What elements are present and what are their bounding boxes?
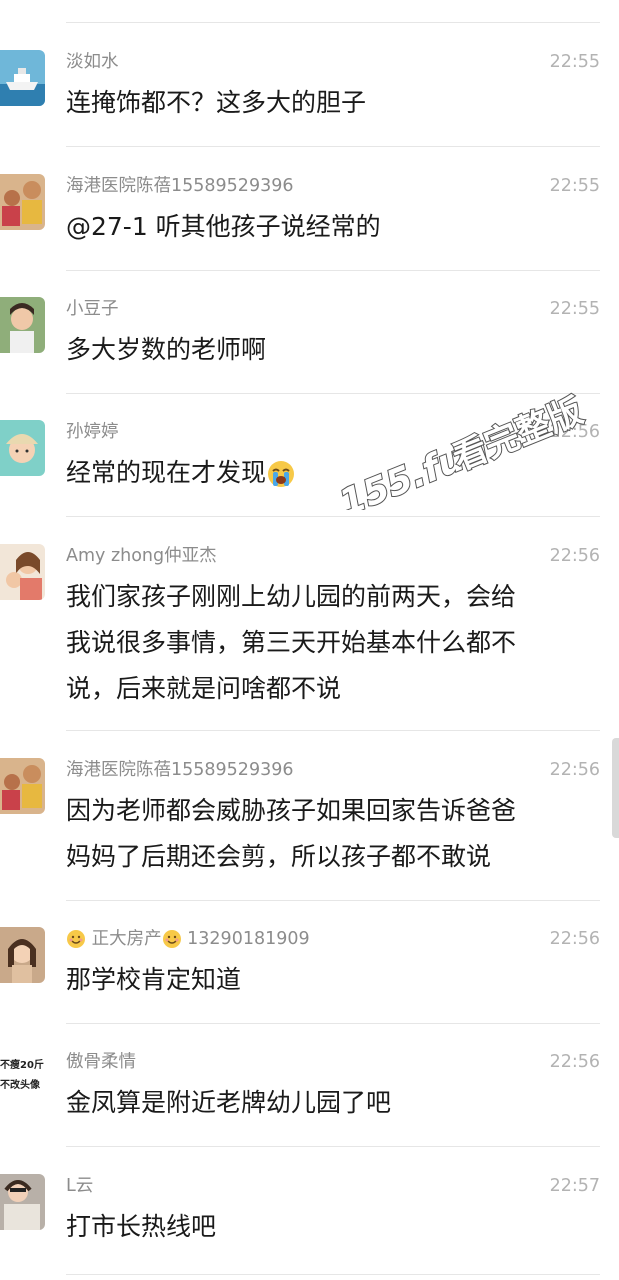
avatar[interactable]: [0, 544, 45, 600]
comment-time: 22:57: [549, 1176, 600, 1196]
comment-text: 打市长热线吧: [66, 1212, 217, 1241]
comment-text: @27-1 听其他孩子说经常的: [66, 212, 381, 241]
girl-photo-avatar-icon: [0, 297, 45, 353]
divider: [66, 516, 600, 517]
commenter-name: 海港医院陈蓓15589529396: [66, 176, 294, 196]
comment-item[interactable]: 孙婷婷 22:56 经常的现在才发现: [0, 420, 619, 540]
girl-photo-avatar-icon: [0, 927, 45, 983]
commenter-name: 正大房产 13290181909: [66, 927, 310, 951]
divider: [66, 900, 600, 901]
child-photo-avatar-icon: [0, 758, 45, 814]
avatar[interactable]: [0, 420, 45, 476]
commenter-name: L云: [66, 1176, 94, 1196]
comment-text-line: 我说很多事情，第三天开始基本什么都不: [66, 628, 517, 657]
ship-avatar-icon: [0, 50, 45, 106]
commenter-name: 海港医院陈蓓15589529396: [66, 760, 294, 780]
comment-time: 22:55: [549, 299, 600, 319]
comment-text-content: 经常的现在才发现: [66, 458, 267, 487]
comment-time: 22:56: [549, 929, 600, 949]
avatar[interactable]: [0, 174, 45, 230]
avatar[interactable]: [0, 50, 45, 106]
commenter-name: 小豆子: [66, 299, 119, 319]
divider: [66, 270, 600, 271]
crying-face-icon: [268, 461, 295, 487]
comment-text-line: 因为老师都会威胁孩子如果回家告诉爸爸: [66, 796, 517, 825]
commenter-name: 孙婷婷: [66, 422, 119, 442]
comment-time: 22:56: [549, 1052, 600, 1072]
avatar[interactable]: [0, 297, 45, 353]
comment-list: 淡如水 22:55 连掩饰都不？这多大的胆子 海港医院陈蓓15589529396…: [0, 0, 619, 1280]
comment-text-line: 我们家孩子刚刚上幼儿园的前两天，会给: [66, 582, 517, 611]
smiling-face-icon: [67, 930, 85, 948]
commenter-name: Amy zhong仲亚杰: [66, 546, 217, 566]
comment-item[interactable]: Amy zhong仲亚杰 22:56 我们家孩子刚刚上幼儿园的前两天，会给 我说…: [0, 544, 619, 744]
divider: [66, 22, 600, 23]
comment-item[interactable]: 海港医院陈蓓15589529396 22:55 @27-1 听其他孩子说经常的: [0, 174, 619, 294]
commenter-name: 淡如水: [66, 52, 119, 72]
comment-time: 22:55: [549, 52, 600, 72]
comment-time: 22:56: [549, 546, 600, 566]
divider: [66, 1274, 600, 1275]
child-hat-avatar-icon: [0, 420, 45, 476]
comment-text: 多大岁数的老师啊: [66, 335, 267, 364]
divider: [66, 393, 600, 394]
avatar[interactable]: [0, 1174, 45, 1230]
child-photo-avatar-icon: [0, 174, 45, 230]
comment-time: 22:55: [549, 176, 600, 196]
comment-text: 金凤算是附近老牌幼儿园了吧: [66, 1088, 392, 1117]
comment-item[interactable]: 不瘦20斤 不改头像 傲骨柔情 22:56 金凤算是附近老牌幼儿园了吧: [0, 1050, 619, 1170]
scrollbar-thumb[interactable]: [612, 738, 619, 838]
comment-item[interactable]: 海港医院陈蓓15589529396 22:56 因为老师都会威胁孩子如果回家告诉…: [0, 758, 619, 918]
comment-text: 那学校肯定知道: [66, 965, 242, 994]
comment-text: 经常的现在才发现: [66, 450, 589, 495]
comment-text: 连掩饰都不？这多大的胆子: [66, 88, 367, 117]
avatar[interactable]: 不瘦20斤 不改头像: [0, 1050, 45, 1106]
avatar-text-line: 不改头像: [0, 1080, 40, 1091]
girl-photo-avatar-icon: [0, 1174, 45, 1230]
commenter-phone: 13290181909: [187, 929, 310, 949]
divider: [66, 1146, 600, 1147]
mother-child-avatar-icon: [0, 544, 45, 600]
divider: [66, 146, 600, 147]
avatar[interactable]: [0, 758, 45, 814]
comment-text-line: 说，后来就是问啥都不说: [66, 674, 342, 703]
divider: [66, 1023, 600, 1024]
commenter-name-text: 正大房产: [91, 929, 162, 949]
smiling-face-icon: [162, 930, 181, 948]
comment-text-line: 妈妈了后期还会剪，所以孩子都不敢说: [66, 842, 492, 871]
comment-item[interactable]: 小豆子 22:55 多大岁数的老师啊: [0, 297, 619, 417]
avatar[interactable]: [0, 927, 45, 983]
divider: [66, 730, 600, 731]
comment-item[interactable]: L云 22:57 打市长热线吧: [0, 1174, 619, 1280]
comment-time: 22:56: [549, 422, 600, 442]
commenter-name: 傲骨柔情: [66, 1052, 136, 1072]
comment-time: 22:56: [549, 760, 600, 780]
comment-item[interactable]: 正大房产 13290181909 22:56 那学校肯定知道: [0, 927, 619, 1047]
avatar-text-line: 不瘦20斤: [0, 1060, 44, 1071]
